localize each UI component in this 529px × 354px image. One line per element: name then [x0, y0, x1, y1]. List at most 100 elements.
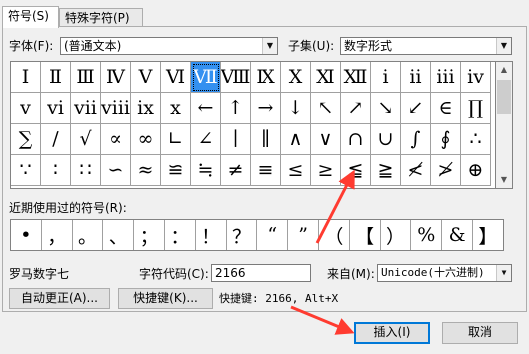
symbol-cell[interactable]: ∪ [371, 124, 401, 155]
symbol-cell[interactable]: ≠ [221, 155, 251, 186]
chevron-down-icon[interactable]: ▼ [262, 38, 277, 54]
symbol-cell[interactable]: ∶ [41, 155, 71, 186]
symbol-cell[interactable]: ∷ [71, 155, 101, 186]
symbol-cell[interactable]: Ⅱ [41, 62, 71, 93]
symbol-cell[interactable]: ∽ [101, 155, 131, 186]
recent-symbol-cell[interactable]: ” [288, 220, 319, 250]
symbol-cell[interactable]: Ⅰ [11, 62, 41, 93]
symbol-cell[interactable]: √ [71, 124, 101, 155]
symbol-grid-scrollbar[interactable]: ▲ ▼ [496, 61, 513, 189]
symbol-cell[interactable]: ∧ [281, 124, 311, 155]
recent-symbol-cell[interactable]: 。 [73, 220, 104, 250]
symbol-cell[interactable]: ≥ [311, 155, 341, 186]
symbol-cell[interactable]: ⅴ [11, 93, 41, 124]
chevron-down-icon[interactable]: ▼ [496, 265, 511, 281]
autocorrect-button[interactable]: 自动更正(A)... [9, 288, 110, 309]
symbol-cell[interactable]: ∣ [221, 124, 251, 155]
symbol-cell[interactable]: Ⅷ [221, 62, 251, 93]
symbol-cell[interactable]: ↘ [371, 93, 401, 124]
recent-symbol-cell[interactable]: （ [319, 220, 350, 250]
recent-symbol-cell[interactable]: ， [42, 220, 73, 250]
tab-symbols[interactable]: 符号(S) [2, 6, 59, 28]
symbol-cell[interactable]: Ⅴ [131, 62, 161, 93]
symbol-cell[interactable]: ∥ [251, 124, 281, 155]
symbol-cell[interactable]: ≦ [341, 155, 371, 186]
symbol-cell[interactable]: ↖ [311, 93, 341, 124]
recent-symbol-cell[interactable]: ！ [196, 220, 227, 250]
symbol-cell[interactable]: ∴ [461, 124, 491, 155]
symbol-cell[interactable]: ⅹ [161, 93, 191, 124]
symbol-cell[interactable]: Ⅻ [341, 62, 371, 93]
symbol-cell[interactable]: ≤ [281, 155, 311, 186]
recent-symbol-cell[interactable]: ： [165, 220, 196, 250]
from-dropdown[interactable]: Unicode(十六进制) ▼ [377, 264, 512, 282]
symbol-cell[interactable]: ≡ [251, 155, 281, 186]
cancel-button[interactable]: 取消 [442, 322, 518, 344]
recent-symbols-grid[interactable]: •，。、；：！？ “” （【）% &】 [10, 219, 504, 251]
symbol-cell[interactable]: Ⅹ [281, 62, 311, 93]
symbol-cell[interactable]: ↙ [401, 93, 431, 124]
symbol-cell[interactable]: Ⅸ [251, 62, 281, 93]
subset-dropdown[interactable]: 数字形式 ▼ [340, 37, 512, 55]
symbol-cell[interactable]: ≯ [431, 155, 461, 186]
symbol-cell[interactable]: ∠ [191, 124, 221, 155]
arrow-down-icon[interactable]: ▼ [496, 172, 512, 188]
symbols-panel: 字体(F): (普通文本) ▼ 子集(U): 数字形式 ▼ ⅠⅡⅢⅣⅤⅥⅦⅧⅨⅩ… [2, 26, 527, 312]
recent-symbol-cell[interactable]: “ [257, 220, 289, 250]
symbol-cell[interactable]: Ⅺ [311, 62, 341, 93]
symbol-cell[interactable]: ← [191, 93, 221, 124]
symbol-cell[interactable]: ∏ [461, 93, 491, 124]
arrow-up-icon[interactable]: ▲ [496, 62, 512, 78]
symbol-cell[interactable]: ⅷ [101, 93, 131, 124]
symbol-cell[interactable]: ↓ [281, 93, 311, 124]
symbol-cell[interactable]: ⅲ [431, 62, 461, 93]
symbol-cell[interactable]: ⅱ [401, 62, 431, 93]
shortcut-key-button[interactable]: 快捷键(K)... [118, 288, 213, 309]
symbol-cell[interactable]: ∟ [161, 124, 191, 155]
recent-symbol-cell[interactable]: 【 [350, 220, 381, 250]
symbol-grid[interactable]: Ⅰ Ⅱ Ⅲ Ⅳ Ⅴ Ⅵ Ⅶ Ⅷ Ⅸ Ⅹ Ⅺ Ⅻⅰ ⅱ ⅲ ⅳ ⅴ ⅵ ⅶ ⅷ ⅸ ⅹ ← ↑ → ↓ ↖ ↗ ↘ ↙ ∈ ∏ ∑ ∕ √ ∝ ∞ ∟ ∠ ∣… [10, 61, 496, 189]
symbol-cell[interactable]: ∵ [11, 155, 41, 186]
symbol-cell[interactable]: Ⅳ [101, 62, 131, 93]
symbol-cell[interactable]: ∨ [311, 124, 341, 155]
symbol-cell[interactable]: ↗ [341, 93, 371, 124]
symbol-cell[interactable]: ≮ [401, 155, 431, 186]
symbol-cell[interactable]: ∮ [431, 124, 461, 155]
insert-button[interactable]: 插入(I) [354, 322, 430, 344]
symbol-cell[interactable]: Ⅶ [191, 62, 221, 93]
symbol-cell[interactable]: → [251, 93, 281, 124]
symbol-cell[interactable]: ∩ [341, 124, 371, 155]
scrollbar-thumb[interactable] [497, 80, 511, 114]
symbol-cell[interactable]: ⅳ [461, 62, 491, 93]
symbol-cell[interactable]: ⅰ [371, 62, 401, 93]
symbol-cell[interactable]: ⅸ [131, 93, 161, 124]
recent-symbol-cell[interactable]: • [11, 220, 42, 250]
recent-symbol-cell[interactable]: % [411, 220, 443, 250]
symbol-cell[interactable]: Ⅵ [161, 62, 191, 93]
symbol-cell[interactable]: ⊕ [461, 155, 491, 186]
symbol-cell[interactable]: ≌ [161, 155, 191, 186]
chevron-down-icon[interactable]: ▼ [496, 38, 511, 54]
recent-symbol-cell[interactable]: 、 [103, 220, 135, 250]
recent-symbol-cell[interactable]: ） [381, 220, 412, 250]
symbol-cell[interactable]: ↑ [221, 93, 251, 124]
symbol-cell[interactable]: ∫ [401, 124, 431, 155]
symbol-cell[interactable]: Ⅲ [71, 62, 101, 93]
font-dropdown[interactable]: (普通文本) ▼ [60, 37, 278, 55]
symbol-cell[interactable]: ≒ [191, 155, 221, 186]
symbol-cell[interactable]: ≧ [371, 155, 401, 186]
symbol-cell[interactable]: ∈ [431, 93, 461, 124]
recent-symbol-cell[interactable]: & [442, 220, 473, 250]
recent-symbol-cell[interactable]: 】 [473, 220, 503, 250]
tab-special-characters[interactable]: 特殊字符(P) [59, 8, 143, 27]
symbol-cell[interactable]: ∕ [41, 124, 71, 155]
symbol-cell[interactable]: ∝ [101, 124, 131, 155]
symbol-cell[interactable]: ⅵ [41, 93, 71, 124]
recent-symbol-cell[interactable]: ？ [227, 220, 258, 250]
symbol-cell[interactable]: ∑ [11, 124, 41, 155]
char-code-input[interactable]: 2166 [211, 264, 311, 282]
symbol-cell[interactable]: ∞ [131, 124, 161, 155]
symbol-cell[interactable]: ≈ [131, 155, 161, 186]
recent-symbol-cell[interactable]: ； [134, 220, 165, 250]
symbol-cell[interactable]: ⅶ [71, 93, 101, 124]
